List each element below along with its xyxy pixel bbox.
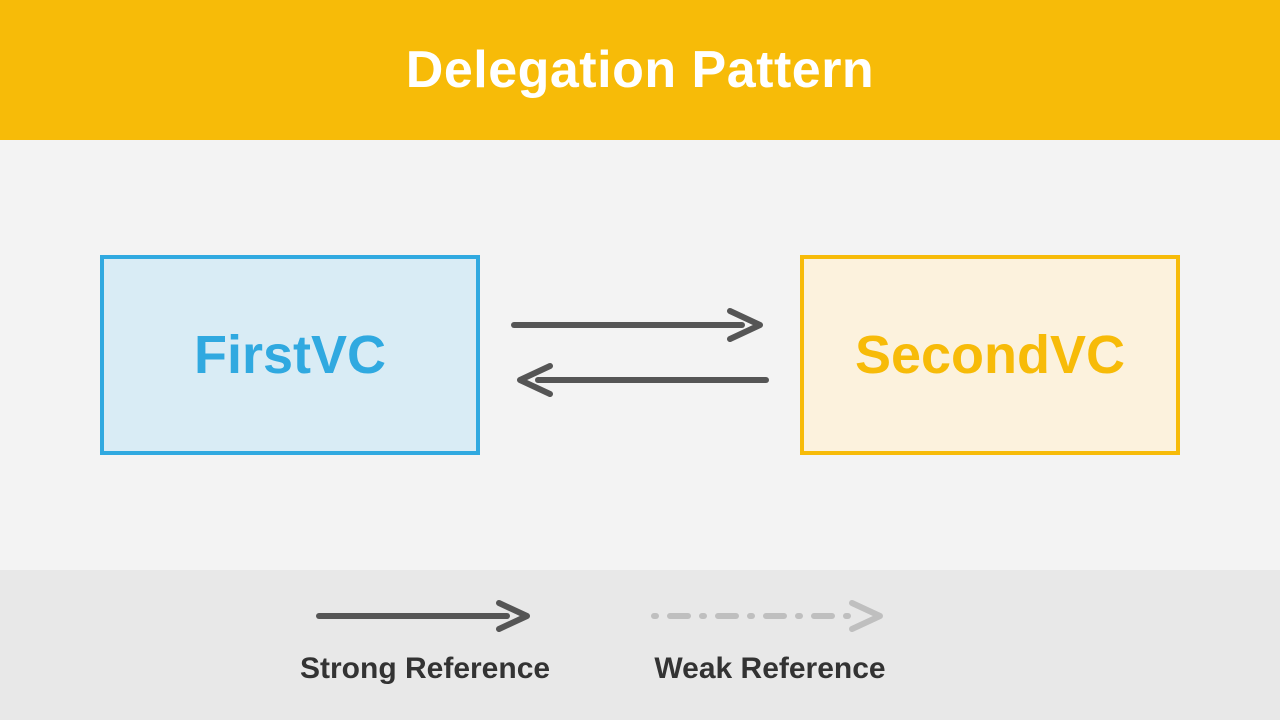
legend-weak-label: Weak Reference	[654, 652, 885, 686]
header-bar: Delegation Pattern	[0, 0, 1280, 140]
node-firstvc: FirstVC	[100, 255, 480, 455]
legend-weak: Weak Reference	[650, 598, 890, 686]
arrow-strong-left	[510, 360, 770, 400]
legend-strong-label: Strong Reference	[300, 652, 550, 686]
arrow-icon-weak	[650, 598, 890, 634]
page-title: Delegation Pattern	[406, 40, 874, 100]
node-firstvc-label: FirstVC	[194, 324, 386, 386]
node-secondvc-label: SecondVC	[855, 324, 1125, 386]
legend-bar: Strong Reference Weak Reference	[0, 570, 1280, 720]
arrow-strong-right	[510, 305, 770, 345]
arrow-icon-strong	[315, 598, 535, 634]
legend-strong: Strong Reference	[300, 598, 550, 686]
diagram-area: FirstVC SecondVC	[0, 140, 1280, 570]
node-secondvc: SecondVC	[800, 255, 1180, 455]
